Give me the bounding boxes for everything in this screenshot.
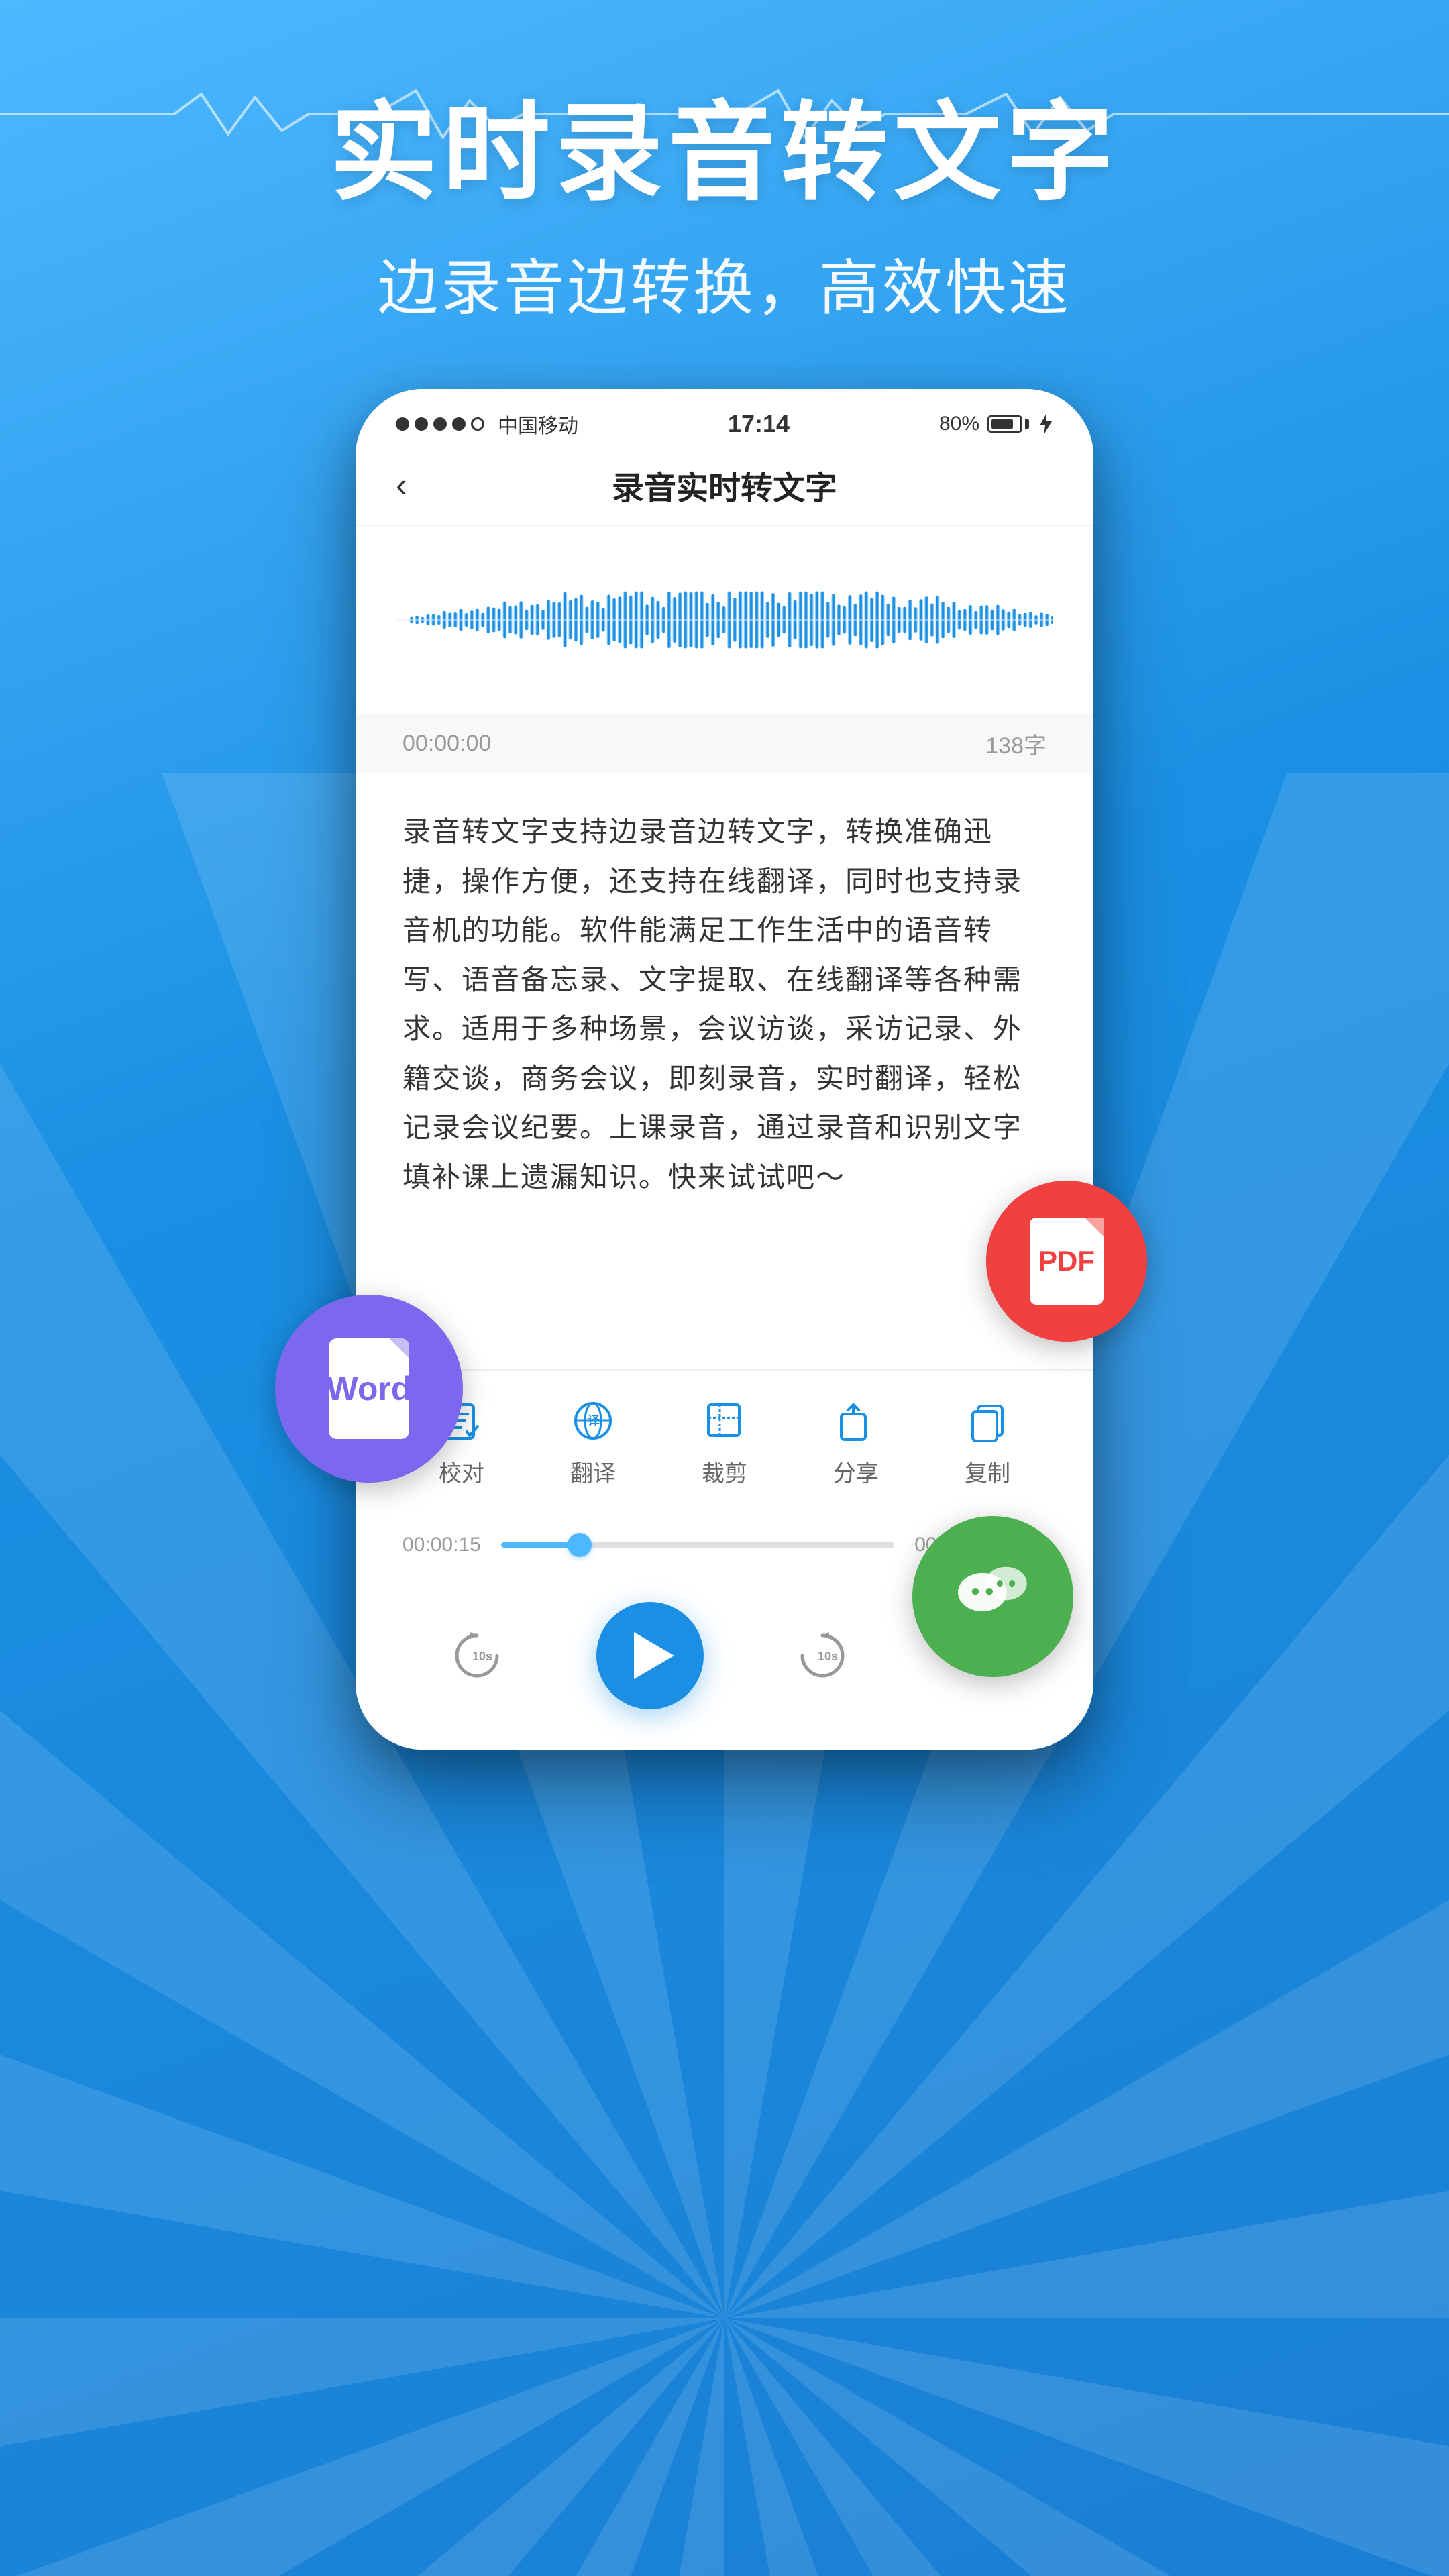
phone-container: Word PDF bbox=[356, 389, 1093, 1750]
battery-icon bbox=[987, 415, 1029, 433]
waveform-svg bbox=[396, 553, 1053, 687]
main-title: 实时录音转文字 bbox=[0, 94, 1449, 212]
transcript-area: 录音转文字支持边录音边转文字，转换准确迅捷，操作方便，还支持在线翻译，同时也支持… bbox=[356, 773, 1093, 1235]
nav-bar: ‹ 录音实时转文字 bbox=[356, 452, 1093, 526]
transcript-text: 录音转文字支持边录音边转文字，转换准确迅捷，操作方便，还支持在线翻译，同时也支持… bbox=[402, 816, 1022, 1193]
status-bar: 中国移动 17:14 80% bbox=[356, 389, 1093, 452]
dot3 bbox=[433, 417, 447, 431]
dot5 bbox=[471, 417, 484, 431]
translate-icon: 译 bbox=[570, 1397, 616, 1444]
word-doc-icon: Word bbox=[329, 1338, 409, 1439]
progress-track[interactable] bbox=[501, 1542, 894, 1548]
svg-text:10s: 10s bbox=[818, 1650, 838, 1663]
carrier-name: 中国移动 bbox=[498, 409, 578, 439]
play-button[interactable] bbox=[596, 1602, 704, 1709]
svg-text:10s: 10s bbox=[472, 1650, 492, 1663]
progress-thumb[interactable] bbox=[568, 1533, 592, 1557]
nav-title: 录音实时转文字 bbox=[612, 462, 837, 508]
progress-current-time: 00:00:15 bbox=[402, 1534, 481, 1556]
toolbar-label-copy: 复制 bbox=[965, 1455, 1010, 1488]
header-section: 实时录音转文字 边录音边转换，高效快速 bbox=[0, 0, 1449, 326]
back-button[interactable]: ‹ bbox=[396, 466, 407, 504]
dot2 bbox=[415, 417, 428, 431]
toolbar-item-translate[interactable]: 译 翻译 bbox=[570, 1397, 616, 1488]
time-wordcount-row: 00:00:00 138字 bbox=[356, 714, 1093, 773]
main-subtitle: 边录音边转换，高效快速 bbox=[0, 239, 1449, 326]
dot1 bbox=[396, 417, 409, 431]
wechat-badge bbox=[912, 1516, 1073, 1677]
crop-icon bbox=[701, 1397, 748, 1444]
toolbar: 校对 译 翻译 bbox=[356, 1369, 1093, 1508]
forward-button[interactable]: 10s bbox=[792, 1625, 853, 1686]
toolbar-item-crop[interactable]: 裁剪 bbox=[701, 1397, 748, 1488]
toolbar-label-crop: 裁剪 bbox=[702, 1455, 747, 1488]
status-right: 80% bbox=[939, 412, 1053, 436]
dot4 bbox=[452, 417, 466, 431]
toolbar-label-translate: 翻译 bbox=[570, 1455, 616, 1488]
toolbar-item-share[interactable]: 分享 bbox=[833, 1397, 879, 1488]
word-badge: Word bbox=[275, 1295, 463, 1483]
battery-percent: 80% bbox=[939, 413, 979, 435]
pdf-badge: PDF bbox=[986, 1181, 1147, 1342]
signal-dots bbox=[396, 417, 484, 431]
toolbar-label-share: 分享 bbox=[833, 1455, 879, 1488]
toolbar-label-proofread: 校对 bbox=[439, 1455, 484, 1488]
waveform-container bbox=[356, 526, 1093, 714]
pdf-doc-icon: PDF bbox=[1030, 1218, 1104, 1305]
status-time: 17:14 bbox=[728, 410, 790, 438]
toolbar-item-copy[interactable]: 复制 bbox=[964, 1397, 1011, 1488]
white-spacer bbox=[356, 1235, 1093, 1369]
play-triangle-icon bbox=[634, 1632, 674, 1679]
rewind-button[interactable]: 10s bbox=[447, 1625, 507, 1686]
share-icon bbox=[833, 1397, 879, 1444]
svg-text:译: 译 bbox=[588, 1414, 600, 1428]
word-count: 138字 bbox=[985, 727, 1046, 760]
charging-icon bbox=[1037, 412, 1053, 436]
copy-icon bbox=[964, 1397, 1011, 1444]
start-time: 00:00:00 bbox=[402, 731, 491, 757]
status-left: 中国移动 bbox=[396, 409, 578, 439]
